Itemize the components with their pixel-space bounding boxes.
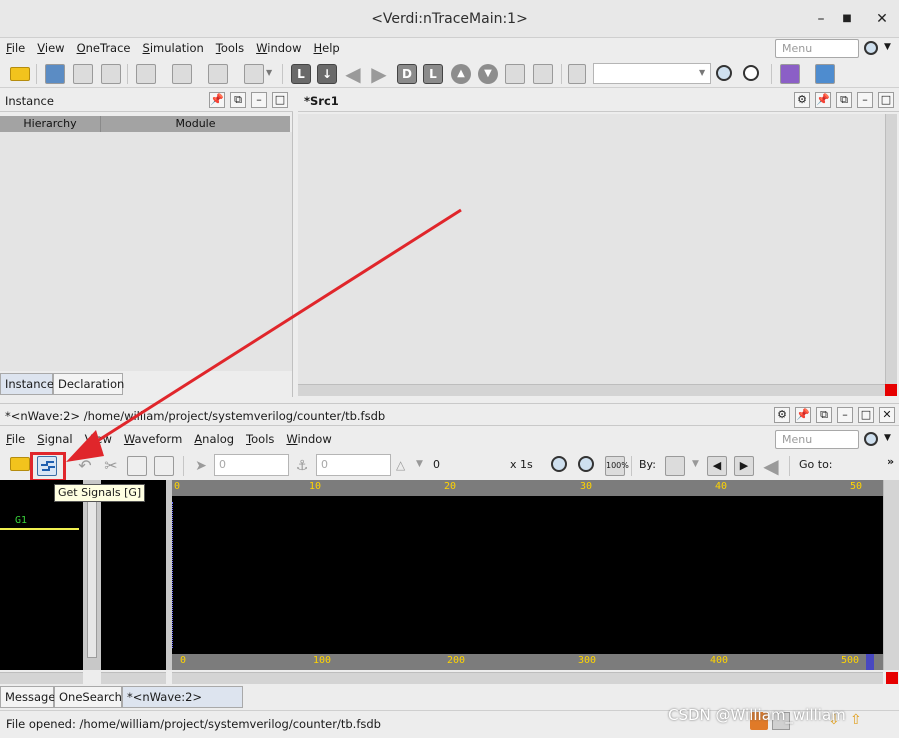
annotation-arrow-icon [66, 208, 462, 462]
arrow-up-icon[interactable]: ⇧ [850, 712, 864, 730]
annotation-arrow-line [79, 208, 462, 454]
watermark: CSDN @William_william [668, 706, 846, 724]
annotation-arrowhead [66, 430, 104, 462]
